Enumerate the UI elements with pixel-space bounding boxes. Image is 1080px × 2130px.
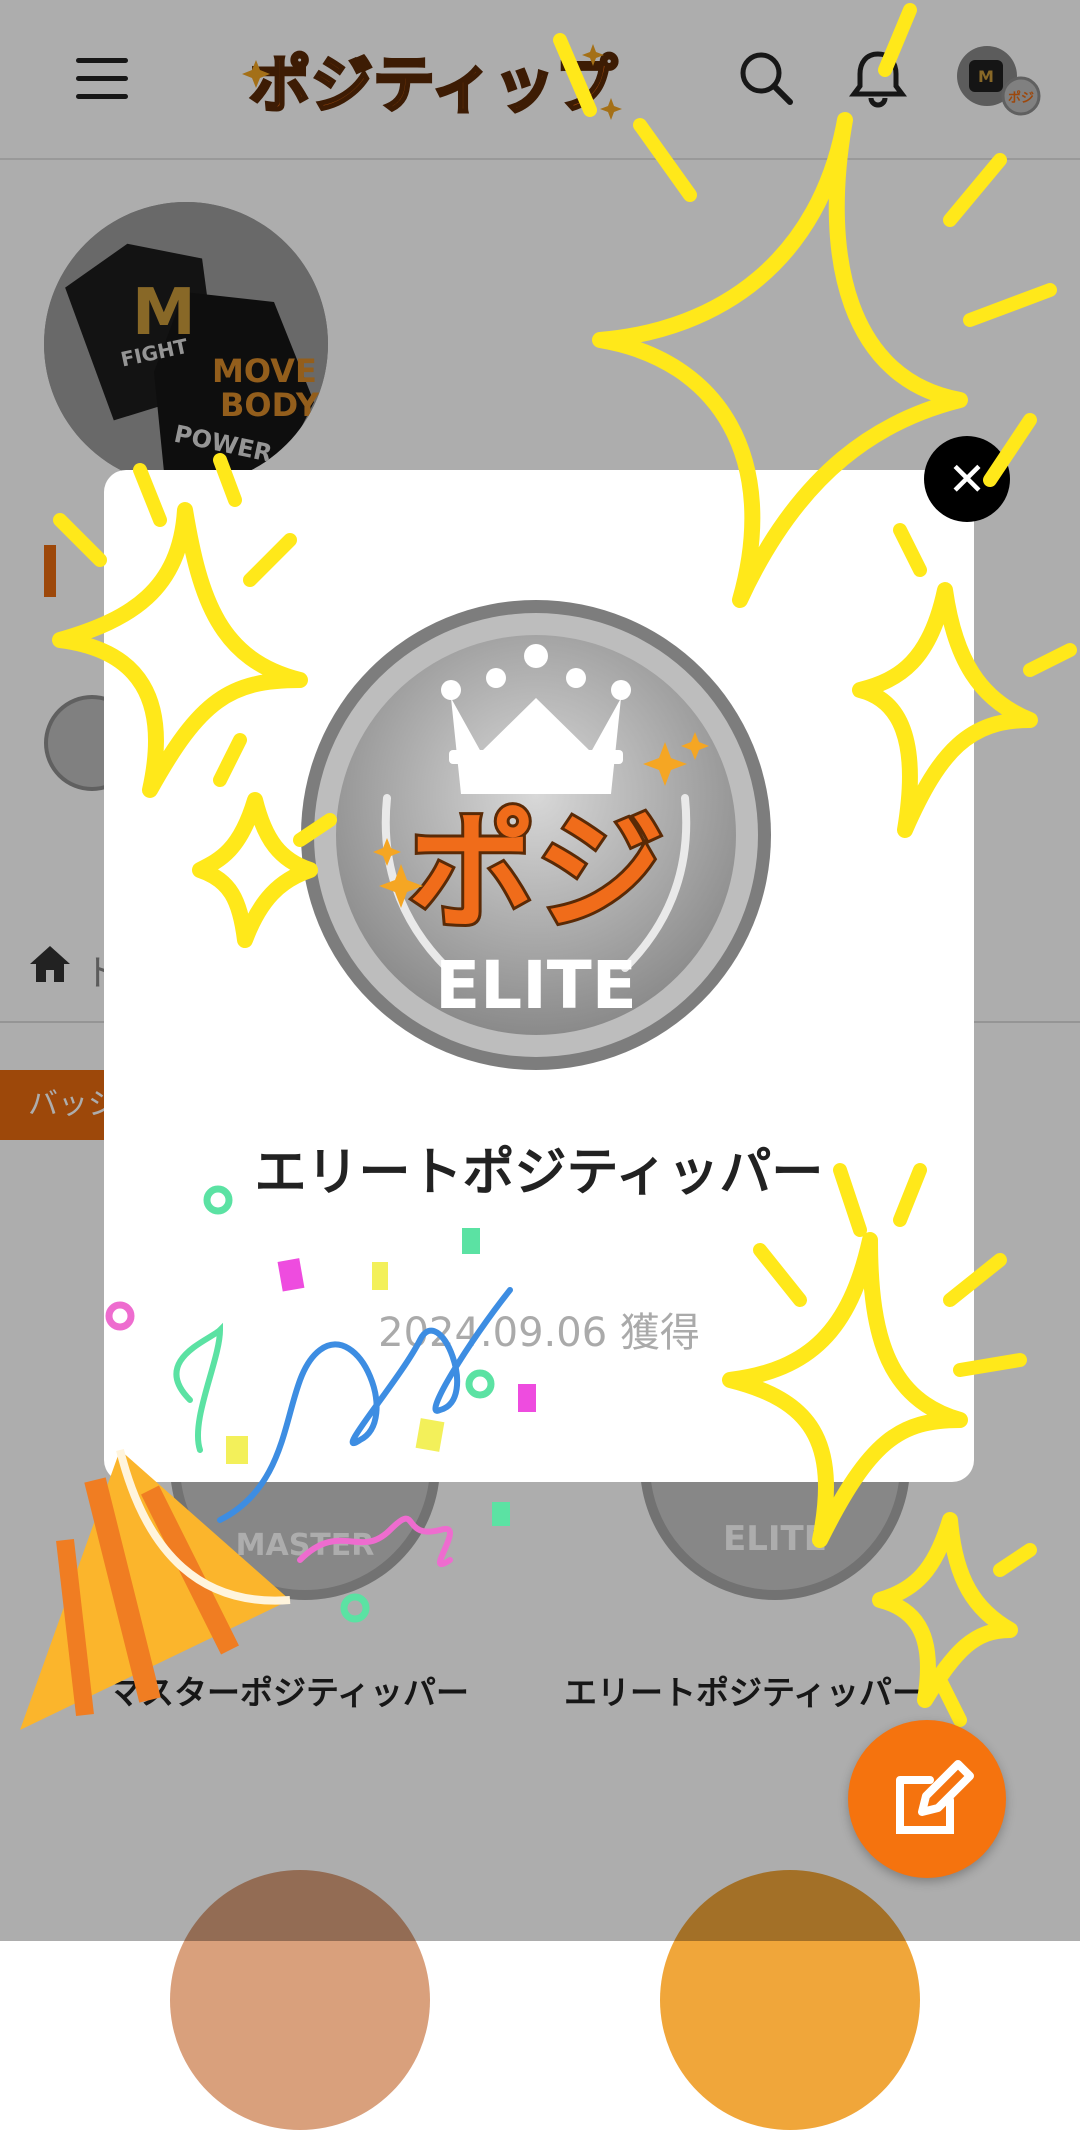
compose-fab[interactable] xyxy=(848,1720,1006,1878)
modal-badge-title: エリートポジティッパー xyxy=(254,1143,824,1203)
badge-emblem-text: ポジ xyxy=(408,798,664,947)
modal-acquired-date: 2024.09.06 獲得 xyxy=(378,1310,700,1356)
badge-award-modal: ポジ ELITE エリートポジティッパー 2024.09.06 獲得 xyxy=(104,470,974,1482)
edit-icon xyxy=(896,1760,974,1834)
elite-badge-emblem: ポジ ELITE xyxy=(301,600,771,1070)
badge-tier-text: ELITE xyxy=(435,947,637,1024)
close-button[interactable]: ✕ xyxy=(924,436,1010,522)
